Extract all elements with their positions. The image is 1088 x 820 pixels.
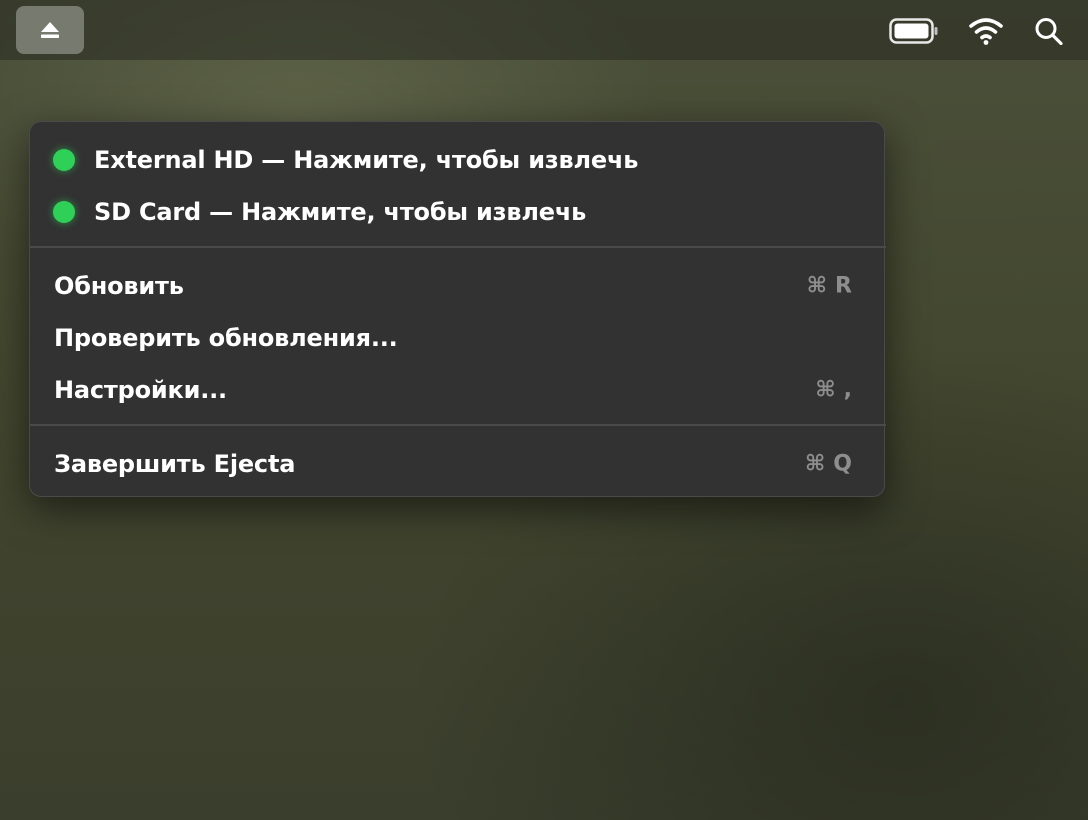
menu-item-label: Проверить обновления... xyxy=(54,324,398,352)
menu-item-check-updates[interactable]: Проверить обновления... xyxy=(30,316,886,360)
menu-item-settings[interactable]: Настройки... ⌘, xyxy=(30,368,886,412)
eject-icon xyxy=(40,21,60,39)
search-icon[interactable] xyxy=(1034,17,1064,46)
menu-item-quit[interactable]: Завершить Ejecta ⌘Q xyxy=(30,442,886,486)
battery-icon[interactable] xyxy=(889,18,939,44)
menu-item-refresh[interactable]: Обновить ⌘R xyxy=(30,264,886,308)
menu-separator xyxy=(30,246,886,248)
keyboard-shortcut: ⌘Q xyxy=(804,451,860,477)
menu-item-external-hd[interactable]: External HD — Нажмите, чтобы извлечь xyxy=(30,138,886,182)
menu-item-label: Настройки... xyxy=(54,376,227,404)
eject-dropdown-menu: External HD — Нажмите, чтобы извлечь SD … xyxy=(29,121,886,497)
menu-item-label: External HD — Нажмите, чтобы извлечь xyxy=(94,146,639,174)
menu-item-label: SD Card — Нажмите, чтобы извлечь xyxy=(94,198,587,226)
wifi-icon[interactable] xyxy=(968,16,1004,46)
menu-item-label: Завершить Ejecta xyxy=(54,450,296,478)
status-indicator-icon xyxy=(53,201,75,223)
eject-menu-button[interactable] xyxy=(16,6,84,54)
keyboard-shortcut: ⌘R xyxy=(806,273,860,299)
menu-item-label: Обновить xyxy=(54,272,184,300)
menu-bar xyxy=(0,0,1088,60)
menu-separator xyxy=(30,424,886,426)
status-indicator-icon xyxy=(53,149,75,171)
menu-item-sd-card[interactable]: SD Card — Нажмите, чтобы извлечь xyxy=(30,190,886,234)
keyboard-shortcut: ⌘, xyxy=(815,377,860,403)
